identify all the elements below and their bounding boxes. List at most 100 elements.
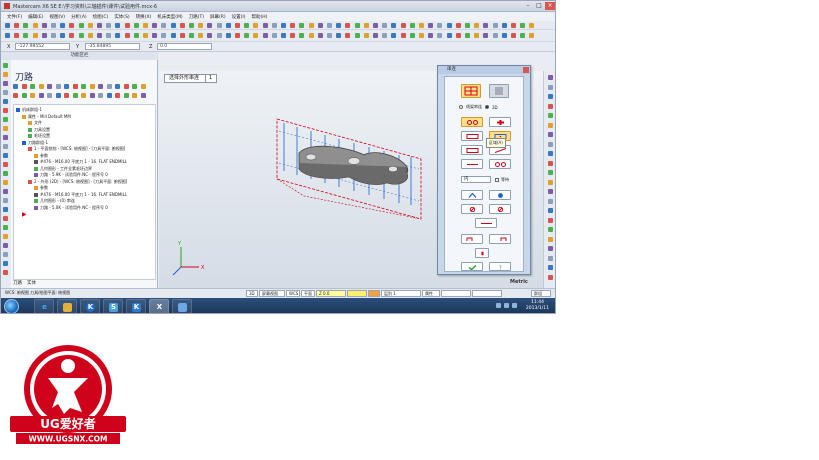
toolbar-tool-icon[interactable] [244,33,250,38]
menu-solids[interactable]: 实体(S) [114,14,129,20]
side-tool-icon[interactable] [3,153,8,158]
toolbar-tool-icon[interactable] [106,33,112,38]
tree-tool-icon[interactable] [21,93,27,98]
reverse-button[interactable] [475,218,497,228]
right-tool-icon[interactable] [548,265,553,270]
toolbar-tool-icon[interactable] [345,23,351,28]
status-attributes[interactable]: 属性 [422,290,440,297]
toolbar-tool-icon[interactable] [409,23,415,28]
toolbar-tool-icon[interactable] [41,33,47,38]
tree-tool-icon[interactable] [140,93,146,98]
status-z-depth[interactable]: Z 0.0 [316,290,346,297]
menu-screen[interactable]: 屏幕(R) [210,14,226,20]
toolbar-tool-icon[interactable] [474,33,480,38]
dialog-close-button[interactable] [523,67,529,73]
inside-outside-select[interactable]: 内 [461,176,491,183]
taskbar-app-k[interactable]: K [80,299,100,313]
side-tool-icon[interactable] [3,72,8,77]
side-tool-icon[interactable] [3,171,8,176]
tree-tool-icon[interactable] [38,84,44,89]
tree-tool-icon[interactable] [123,93,129,98]
tree-tool-icon[interactable] [115,84,120,89]
menu-file[interactable]: 文件(F) [7,14,22,20]
undo-button[interactable] [461,234,483,244]
toolbar-tool-icon[interactable] [244,23,250,28]
toolbar-tool-icon[interactable] [336,33,342,38]
toolbar-tool-icon[interactable] [97,23,102,28]
status-line-style[interactable] [441,290,471,297]
single-button[interactable] [461,145,483,155]
side-tool-icon[interactable] [3,189,8,194]
toolbar-tool-icon[interactable] [455,23,461,28]
toolbar-tool-icon[interactable] [308,33,314,38]
status-line-width[interactable] [472,290,502,297]
chain-button[interactable] [461,117,483,127]
toolbar-tool-icon[interactable] [483,23,489,28]
toolbar-tool-icon[interactable] [78,33,84,38]
tree-tool-icon[interactable] [64,84,69,89]
toolbar-tool-icon[interactable] [124,23,130,28]
right-tool-icon[interactable] [548,227,553,232]
taskbar-window[interactable] [172,299,192,313]
toolbar-tool-icon[interactable] [327,33,332,38]
toolbar-tool-icon[interactable] [207,33,213,38]
toolbar-tool-icon[interactable] [115,33,121,38]
toolbar-tool-icon[interactable] [382,23,388,28]
toolbar-tool-icon[interactable] [327,23,332,28]
tree-tool-icon[interactable] [55,84,61,89]
wait-checkbox[interactable] [495,178,499,182]
chain-up-button[interactable] [461,190,483,200]
toolbar-tool-icon[interactable] [225,23,231,28]
toolbar-tool-icon[interactable] [106,23,112,28]
toolbar-tool-icon[interactable] [179,33,185,38]
right-tool-icon[interactable] [548,236,553,242]
toolbar-tool-icon[interactable] [161,23,167,28]
status-groups[interactable]: 群组 [531,290,551,297]
y-coordinate-field[interactable]: -35.84895 [85,43,140,50]
right-tool-icon[interactable] [548,198,553,204]
status-gview[interactable]: 屏幕视图 [259,290,285,297]
toolbar-tool-icon[interactable] [428,33,434,38]
close-button[interactable]: × [545,2,555,10]
toolbar-tool-icon[interactable] [198,33,204,38]
tree-tool-icon[interactable] [81,93,86,98]
toolbar-tool-icon[interactable] [382,33,388,38]
side-tool-icon[interactable] [3,207,8,212]
side-tool-icon[interactable] [3,99,8,104]
options-button[interactable] [475,248,489,258]
tree-tool-icon[interactable] [115,93,120,98]
side-tool-icon[interactable] [3,234,8,239]
taskbar-ie[interactable]: e [34,299,54,313]
menu-settings[interactable]: 设置(I) [232,14,246,20]
toolbar-tool-icon[interactable] [78,23,84,28]
toolbar-tool-icon[interactable] [492,23,498,28]
side-tool-icon[interactable] [3,117,8,122]
toolbar-tool-icon[interactable] [23,23,29,28]
tree-tool-icon[interactable] [47,84,52,89]
right-tool-icon[interactable] [548,94,553,99]
toolbar-tool-icon[interactable] [262,33,268,38]
right-tool-icon[interactable] [548,274,553,280]
toolbar-tool-icon[interactable] [511,33,516,38]
tree-tool-icon[interactable] [30,84,35,89]
menu-toolpaths[interactable]: 刀路(T) [189,14,204,20]
tab-solids[interactable]: 实体 [27,280,36,287]
toolbar-tool-icon[interactable] [455,33,461,38]
right-tool-icon[interactable] [548,170,553,175]
toolbar-tool-icon[interactable] [152,23,158,28]
toolbar-tool-icon[interactable] [161,33,167,38]
toolbar-tool-icon[interactable] [235,33,240,38]
taskbar-app-s[interactable]: S [103,299,123,313]
toolbar-tool-icon[interactable] [345,33,351,38]
toolbar-tool-icon[interactable] [483,33,489,38]
toolbar-tool-icon[interactable] [317,23,323,28]
right-tool-icon[interactable] [548,122,553,128]
tree-tool-icon[interactable] [30,93,35,98]
taskbar-explorer[interactable] [57,299,77,313]
toolbar-tool-icon[interactable] [189,23,194,28]
toolbar-tool-icon[interactable] [51,23,56,28]
toolbar-tool-icon[interactable] [281,23,286,28]
toolbar-tool-icon[interactable] [216,33,222,38]
x-coordinate-field[interactable]: -127.98552 [15,43,70,50]
toolbar-tool-icon[interactable] [133,23,139,28]
